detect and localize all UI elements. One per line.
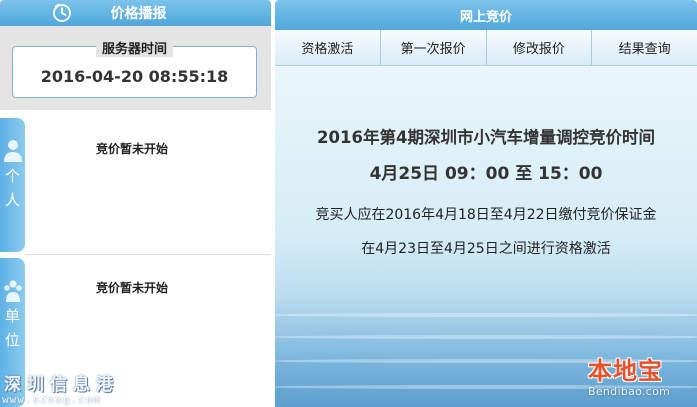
tab-first-bid[interactable]: 第一次报价 xyxy=(381,30,487,65)
bidding-tab-bar: 资格激活 第一次报价 修改报价 结果查询 xyxy=(275,30,697,66)
online-bidding-header: 网上竞价 xyxy=(275,0,697,30)
price-broadcast-panel: 价格播报 服务器时间 2016-04-20 08:55:18 个 人 竞价暂未开… xyxy=(0,0,271,407)
server-time-value: 2016-04-20 08:55:18 xyxy=(40,67,229,86)
tab-company-char-1: 单 xyxy=(4,307,20,325)
section-divider xyxy=(25,254,271,255)
clock-icon xyxy=(53,3,71,22)
tab-modify-bid[interactable]: 修改报价 xyxy=(487,30,593,65)
group-icon xyxy=(3,280,22,302)
sea-wave xyxy=(275,313,697,317)
tab-personal-char-1: 个 xyxy=(4,167,20,185)
tab-company-char-2: 位 xyxy=(4,331,20,349)
person-icon xyxy=(3,140,22,162)
server-time-panel: 服务器时间 2016-04-20 08:55:18 xyxy=(0,26,271,110)
tab-qualification-activation[interactable]: 资格激活 xyxy=(275,30,381,65)
notice-deposit-line: 竞买人应在2016年4月18日至4月22日缴付竞价保证金 xyxy=(315,207,657,223)
personal-bid-status: 竞价暂未开始 xyxy=(95,142,168,156)
notice-title: 2016年第4期深圳市小汽车增量调控竞价时间 xyxy=(317,128,655,147)
sea-wave xyxy=(275,385,697,389)
sea-wave xyxy=(275,359,697,363)
tab-company[interactable]: 单 位 xyxy=(0,258,25,407)
notice-activation-line: 在4月23日至4月25日之间进行资格激活 xyxy=(361,241,611,257)
notice-time: 4月25日 09：00 至 15：00 xyxy=(369,164,603,184)
price-broadcast-header: 价格播报 xyxy=(0,0,271,26)
company-bid-status: 竞价暂未开始 xyxy=(95,281,168,295)
price-broadcast-title: 价格播报 xyxy=(110,6,167,22)
tab-result-query[interactable]: 结果查询 xyxy=(592,30,697,65)
tab-personal[interactable]: 个 人 xyxy=(0,118,25,252)
bidding-notice-area: 2016年第4期深圳市小汽车增量调控竞价时间 4月25日 09：00 至 15：… xyxy=(275,67,697,407)
server-time-box: 服务器时间 2016-04-20 08:55:18 xyxy=(12,42,257,98)
server-time-label: 服务器时间 xyxy=(13,38,256,57)
sea-wave xyxy=(275,335,697,339)
tab-personal-char-2: 人 xyxy=(4,191,20,209)
online-bidding-panel: 网上竞价 资格激活 第一次报价 修改报价 结果查询 2016年第4期深圳市小汽车… xyxy=(275,0,697,407)
